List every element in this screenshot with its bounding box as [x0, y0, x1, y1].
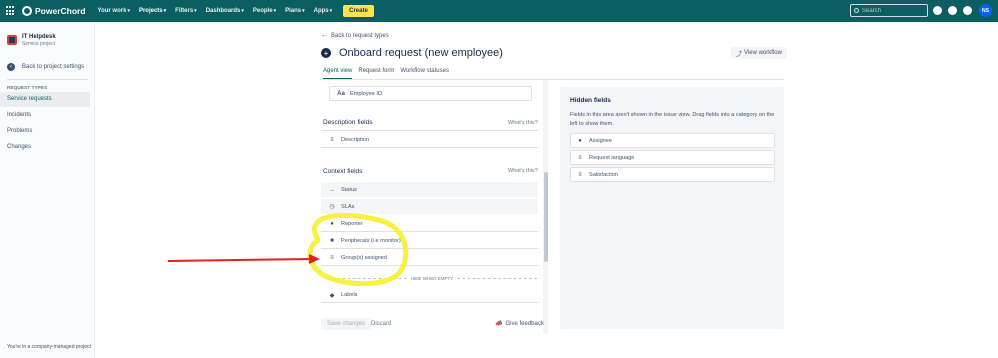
text-field-icon: Aa [337, 90, 345, 97]
clock-icon: ◷ [329, 204, 335, 210]
project-type-note: You're in a company-managed project [7, 344, 91, 350]
primary-nav: Your work ▾ Projects ▾ Filters ▾ Dashboards… [98, 5, 374, 17]
view-workflow-label: View workflow [744, 50, 782, 56]
field-labels[interactable]: ◆ Labels [321, 288, 538, 303]
sidebar: IT Helpdesk Service project ‹ Back to pr… [0, 22, 95, 358]
field-label: Labels [341, 292, 358, 298]
user-icon: ● [578, 137, 582, 144]
app-switcher-icon[interactable] [6, 6, 16, 16]
sidebar-item-service-requests[interactable]: Service requests [0, 92, 90, 107]
settings-icon[interactable] [963, 6, 972, 15]
discard-button[interactable]: Discard [371, 321, 391, 327]
give-feedback-button[interactable]: 📣 Give feedback [495, 320, 544, 328]
sidebar-item-changes[interactable]: Changes [0, 140, 90, 155]
list-icon: ≡ [578, 154, 582, 161]
field-description[interactable]: ≡ Description [321, 133, 538, 148]
field-label: Satisfaction [589, 171, 618, 178]
nav-your-work[interactable]: Your work ▾ [98, 5, 130, 17]
hidden-fields-panel: Hidden fields Fields in this area aren't… [560, 87, 784, 329]
project-header: IT Helpdesk Service project [0, 22, 94, 47]
page-title: Onboard request (new employee) [339, 47, 503, 59]
field-label: Employee ID [350, 90, 383, 97]
product-logo[interactable]: PowerChord [22, 6, 86, 16]
main-content: ← Back to request types + Onboard reques… [95, 22, 998, 358]
workflow-icon: ⤴ [736, 51, 743, 58]
context-fields-heading: Context fields [323, 168, 363, 175]
field-label: Reporter [341, 221, 363, 227]
hide-when-empty-divider: HIDE WHEN EMPTY [327, 276, 538, 281]
field-label: Request language [589, 154, 635, 161]
back-arrow-icon: ‹ [7, 63, 15, 71]
nav-people[interactable]: People ▾ [253, 5, 276, 17]
scrollbar-thumb[interactable] [544, 172, 548, 262]
project-type: Service project [22, 41, 56, 47]
field-label: Peripherals (i.e monitor) [341, 238, 401, 244]
save-changes-button[interactable]: Save changes [321, 318, 372, 330]
hide-when-empty-label: HIDE WHEN EMPTY [410, 276, 454, 281]
status-arrow-icon: → [329, 186, 335, 193]
avatar[interactable]: NS [979, 4, 992, 17]
sidebar-item-incidents[interactable]: Incidents [0, 108, 90, 123]
give-feedback-label: Give feedback [505, 320, 544, 327]
left-arrow-icon: ← [321, 32, 328, 39]
logo-icon [22, 6, 32, 16]
request-type-icon[interactable]: + [321, 48, 331, 58]
field-status[interactable]: → Status [321, 182, 538, 197]
user-icon: ● [330, 221, 334, 227]
hidden-fields-description: Fields in this area aren't shown in the … [570, 112, 775, 127]
back-to-settings-label: Back to project settings [22, 64, 85, 70]
field-label: SLAs [341, 203, 355, 210]
nav-apps[interactable]: Apps ▾ [314, 5, 333, 17]
whats-this-link[interactable]: What's this? [508, 168, 538, 174]
project-avatar-icon [7, 35, 17, 45]
search-icon [854, 8, 859, 13]
list-icon: ≡ [578, 171, 582, 178]
nav-filters[interactable]: Filters ▾ [175, 5, 197, 17]
back-link-label: Back to request types [331, 32, 389, 39]
search-box[interactable] [850, 4, 928, 17]
field-peripherals[interactable]: ■ Peripherals (i.e monitor) [321, 234, 538, 249]
view-workflow-button[interactable]: ⤴ View workflow [731, 47, 787, 59]
whats-this-link[interactable]: What's this? [508, 120, 538, 126]
field-reporter[interactable]: ● Reporter [321, 217, 538, 232]
top-navigation-bar: PowerChord Your work ▾ Projects ▾ Filters ▾… [0, 0, 998, 22]
project-name: IT Helpdesk [22, 34, 56, 40]
section-divider [321, 130, 538, 131]
tag-icon: ◆ [329, 292, 335, 299]
hidden-field-satisfaction[interactable]: ≡ Satisfaction [570, 167, 775, 182]
field-label: Assignee [589, 137, 613, 144]
field-label: Status [341, 186, 357, 193]
field-employee-id[interactable]: Aa Employee ID [329, 86, 532, 101]
nav-plans[interactable]: Plans ▾ [285, 5, 305, 17]
field-label: Group(s) assigned [341, 255, 388, 261]
field-groups-assigned[interactable]: ≡ Group(s) assigned [321, 251, 538, 266]
hidden-field-assignee[interactable]: ● Assignee [570, 133, 775, 148]
page-header: + Onboard request (new employee) [321, 47, 503, 59]
description-fields-heading: Description fields [323, 119, 373, 126]
megaphone-icon: 📣 [495, 321, 503, 327]
nav-projects[interactable]: Projects ▾ [139, 5, 166, 17]
search-input[interactable] [862, 7, 922, 14]
sidebar-item-problems[interactable]: Problems [0, 124, 90, 139]
help-icon[interactable] [948, 6, 957, 15]
nav-dashboards[interactable]: Dashboards ▾ [206, 5, 244, 17]
back-to-request-types-link[interactable]: ← Back to request types [321, 32, 389, 39]
checkbox-icon: ■ [330, 238, 334, 244]
brand-name: PowerChord [35, 6, 86, 16]
sidebar-section-heading: REQUEST TYPES [7, 86, 48, 91]
notifications-icon[interactable] [933, 6, 942, 15]
field-slas[interactable]: ◷ SLAs [321, 199, 538, 214]
field-layout-panel: Aa Employee ID Description fields What's… [321, 80, 549, 312]
create-button[interactable]: Create [343, 5, 374, 17]
list-icon: ≡ [330, 255, 334, 261]
hidden-fields-heading: Hidden fields [570, 97, 611, 104]
paragraph-icon: ≡ [330, 137, 334, 143]
field-label: Description [341, 137, 369, 143]
back-to-project-settings[interactable]: ‹ Back to project settings [0, 47, 94, 71]
hidden-field-request-language[interactable]: ≡ Request language [570, 150, 775, 165]
